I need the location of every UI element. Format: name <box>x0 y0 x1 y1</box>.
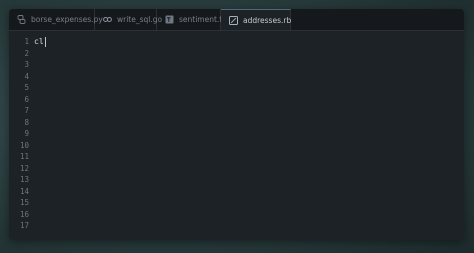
go-file-icon <box>103 15 112 24</box>
tab-bar: borse_expenses.py write_sql.go sentiment… <box>9 9 464 31</box>
line-number: 11 <box>19 152 29 161</box>
code-text: cl <box>34 37 44 46</box>
code-line[interactable]: cl <box>34 36 46 48</box>
text-cursor <box>44 36 46 47</box>
code-area[interactable]: 1 2 3 4 5 6 7 8 9 10 11 12 13 14 15 16 1… <box>9 31 464 232</box>
line-number: 15 <box>19 198 29 207</box>
line-number: 3 <box>24 60 29 69</box>
tab-addresses-rb[interactable]: addresses.rb <box>221 9 291 30</box>
line-number: 13 <box>19 175 29 184</box>
line-number: 17 <box>19 221 29 230</box>
code-lines[interactable]: cl <box>29 36 46 232</box>
typescript-file-icon <box>165 15 174 24</box>
line-number: 2 <box>24 48 29 58</box>
tab-label: write_sql.go <box>117 15 163 24</box>
line-number: 6 <box>24 94 29 104</box>
line-number: 14 <box>19 186 29 196</box>
tab-label: borse_expenses.py <box>31 15 103 24</box>
python-file-icon <box>17 15 26 24</box>
tab-label: addresses.rb <box>243 15 292 25</box>
tab-label: sentiment.ts <box>179 15 227 24</box>
code-editor-window: borse_expenses.py write_sql.go sentiment… <box>9 9 464 240</box>
tab-write-sql-go[interactable]: write_sql.go <box>95 9 162 30</box>
line-number: 16 <box>19 209 29 219</box>
ruby-file-icon <box>229 15 238 25</box>
line-number: 10 <box>19 140 29 150</box>
line-number: 7 <box>24 106 29 115</box>
tab-sentiment-ts[interactable]: sentiment.ts <box>157 9 226 30</box>
line-number: 9 <box>24 129 29 138</box>
line-number: 5 <box>24 83 29 92</box>
tab-borse-expenses-py[interactable]: borse_expenses.py <box>9 9 103 30</box>
line-number-gutter: 1 2 3 4 5 6 7 8 9 10 11 12 13 14 15 16 1… <box>9 36 29 232</box>
line-number: 1 <box>24 37 29 46</box>
line-number: 12 <box>19 163 29 173</box>
line-number: 8 <box>24 117 29 127</box>
line-number: 4 <box>24 71 29 81</box>
